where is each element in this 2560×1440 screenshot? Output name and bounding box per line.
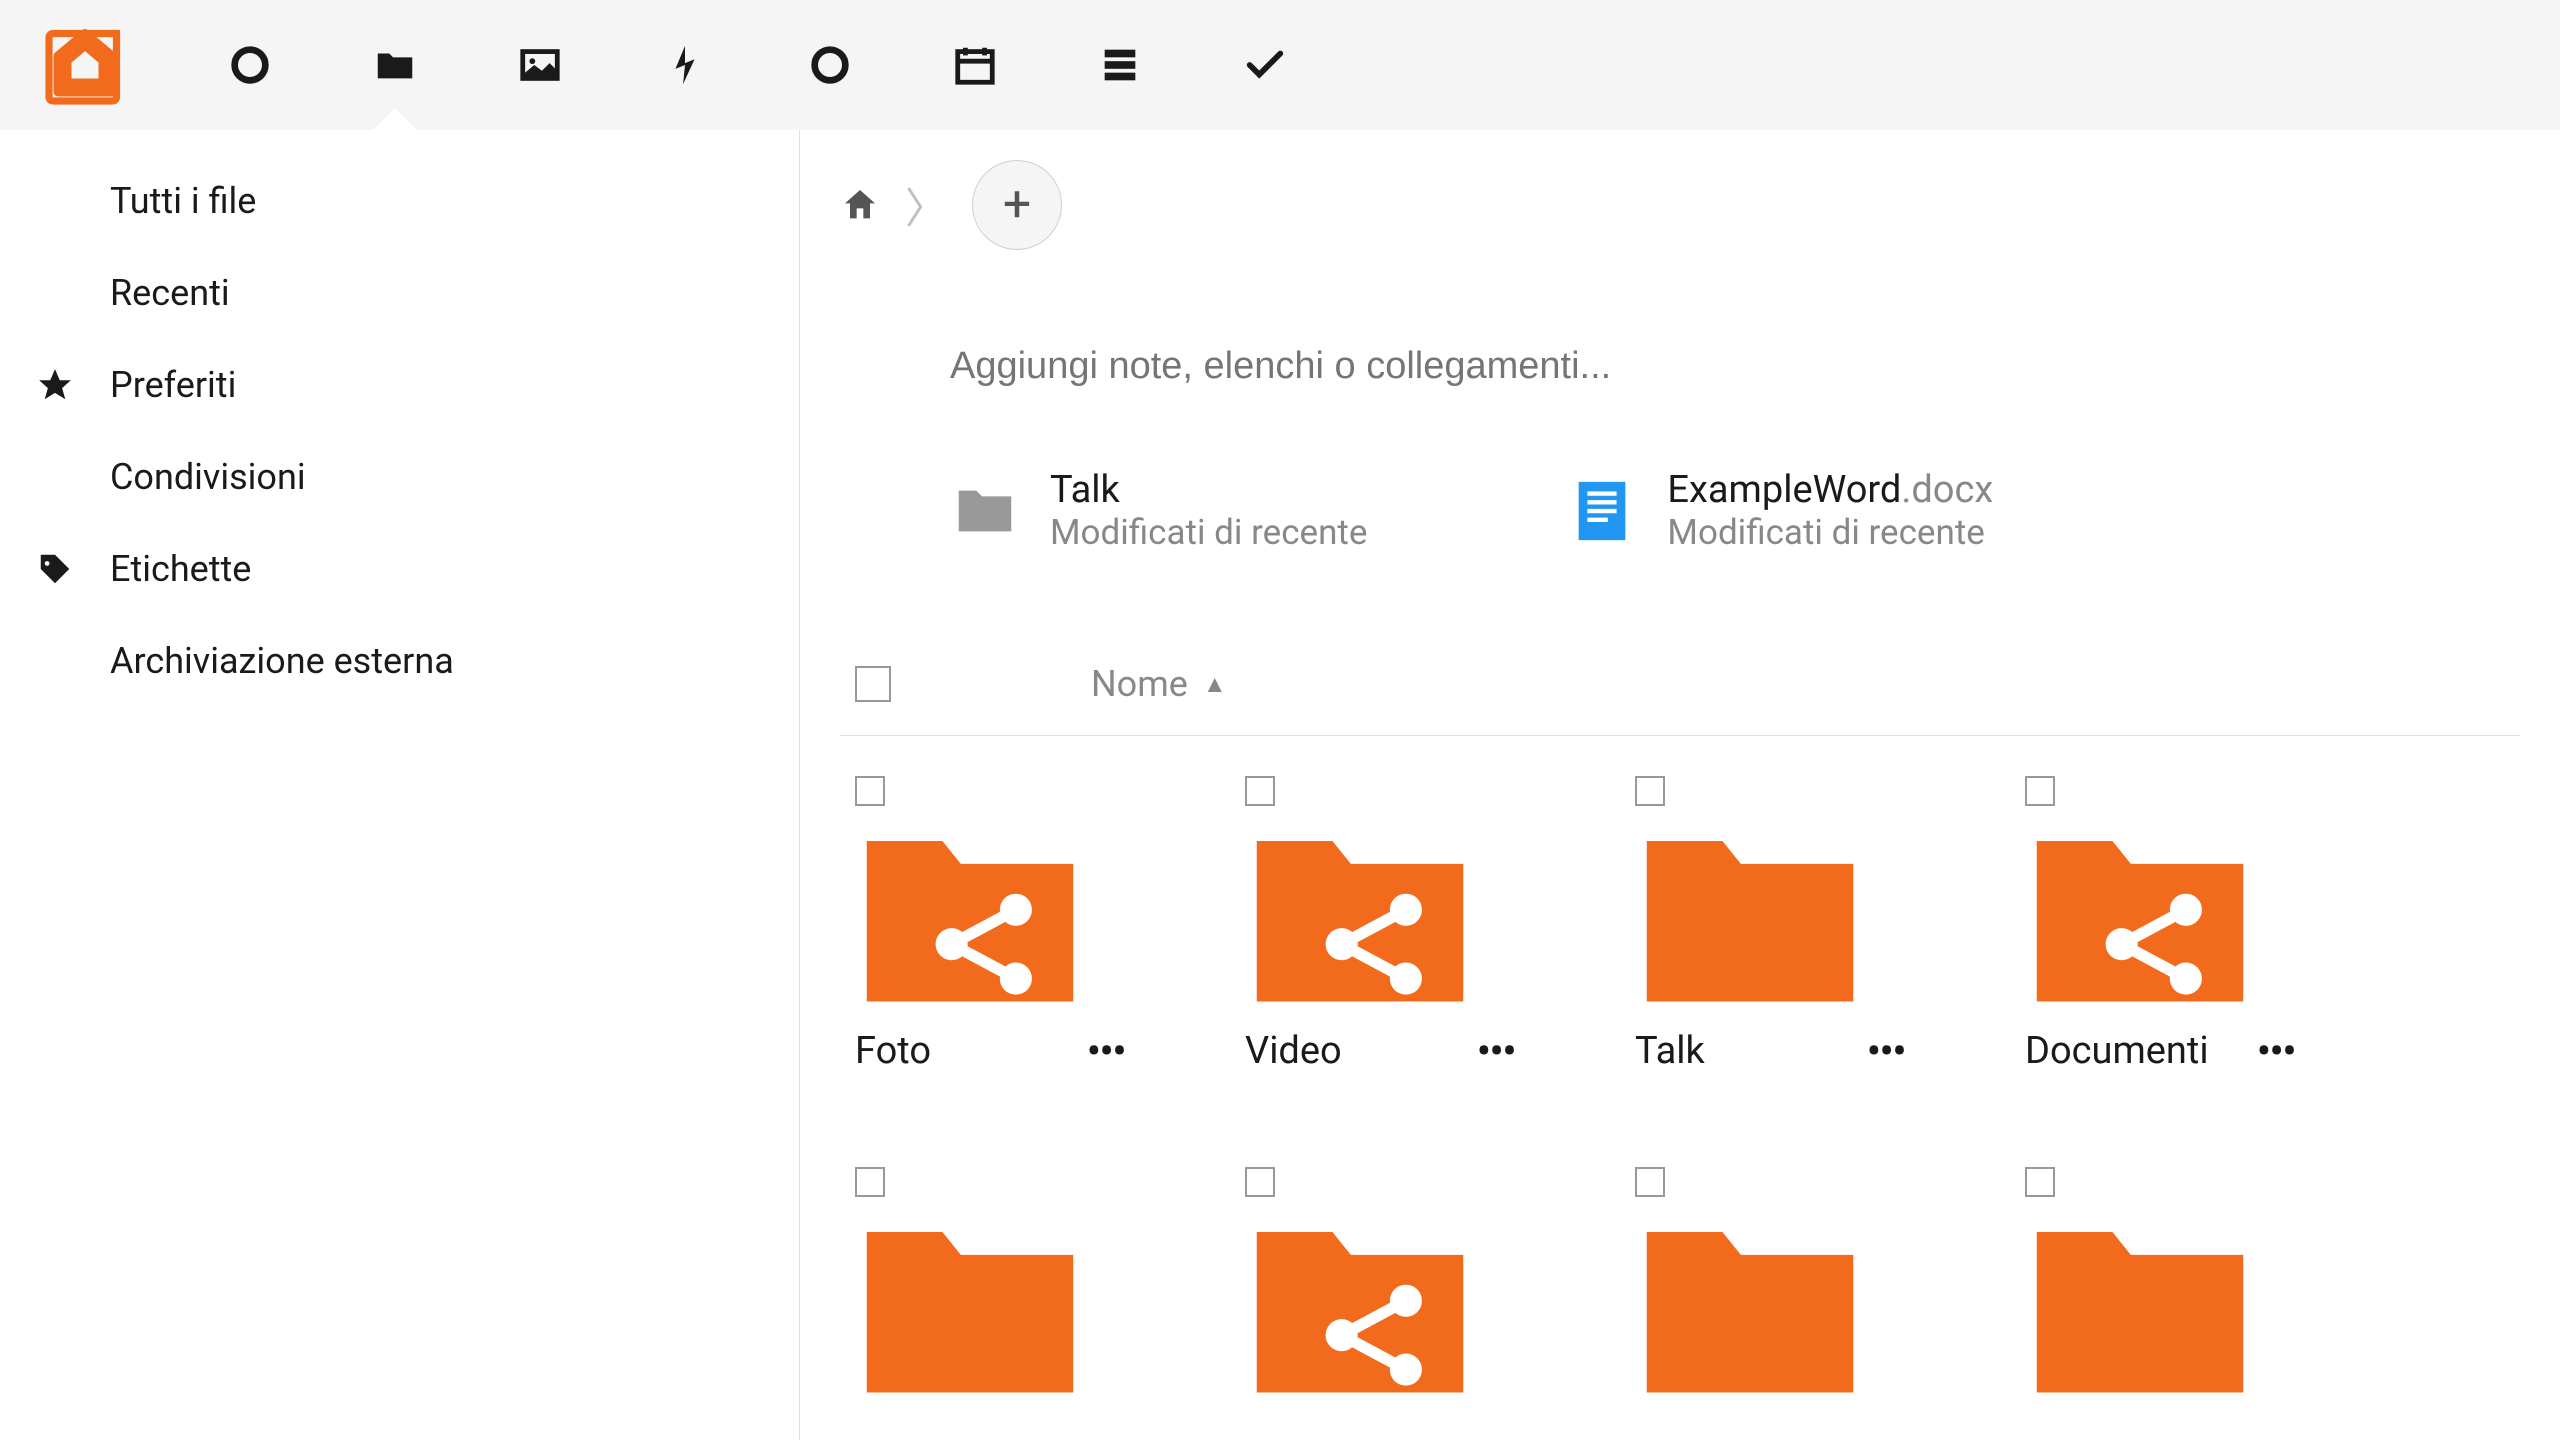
recent-subtitle: Modificati di recente (1050, 512, 1367, 553)
folder-icon (1635, 818, 1865, 1013)
sidebar-item-label: Recenti (110, 272, 230, 314)
sidebar-item-label: Etichette (110, 548, 251, 590)
folder-icon (1245, 818, 1475, 1013)
calendar-icon[interactable] (950, 40, 1000, 90)
folder-label: Video (1245, 1029, 1342, 1073)
activity-icon[interactable] (660, 40, 710, 90)
talk-icon[interactable] (805, 40, 855, 90)
folder-icon (1245, 1209, 1475, 1404)
gallery-icon[interactable] (515, 40, 565, 90)
recent-name: Talk (1050, 468, 1367, 512)
sidebar-item-favorites[interactable]: Preferiti (0, 339, 799, 431)
recent-name: ExampleWord.docx (1667, 468, 1993, 512)
content-area: 〉 + Talk Modificati di recente ExampleWo… (800, 130, 2560, 1440)
tasks-icon[interactable] (1240, 40, 1290, 90)
home-icon[interactable] (840, 185, 880, 225)
sidebar-item-external[interactable]: Archiviazione esterna (0, 615, 799, 707)
sidebar: Tutti i file Recenti Preferiti Condivisi… (0, 130, 800, 1440)
chevron-right-icon: 〉 (905, 175, 947, 236)
recent-item-folder[interactable]: Talk Modificati di recente (950, 468, 1367, 553)
sidebar-item-recent[interactable]: Recenti (0, 247, 799, 339)
item-checkbox[interactable] (2025, 1167, 2055, 1197)
folder-item[interactable] (855, 1167, 1155, 1404)
folder-item[interactable] (1245, 1167, 1545, 1404)
app-logo[interactable] (40, 20, 130, 110)
item-checkbox[interactable] (1245, 776, 1275, 806)
files-icon[interactable] (370, 40, 420, 90)
more-icon[interactable]: ••• (1866, 1025, 1905, 1077)
item-checkbox[interactable] (855, 1167, 885, 1197)
folder-item[interactable]: Documenti ••• (2025, 776, 2325, 1077)
folder-icon (855, 818, 1085, 1013)
recent-items: Talk Modificati di recente ExampleWord.d… (840, 468, 2520, 553)
folder-item[interactable] (2025, 1167, 2325, 1404)
column-name[interactable]: Nome ▲ (1091, 663, 1227, 705)
item-checkbox[interactable] (1245, 1167, 1275, 1197)
folder-item[interactable] (1635, 1167, 1935, 1404)
item-checkbox[interactable] (855, 776, 885, 806)
tag-icon (35, 549, 75, 589)
item-checkbox[interactable] (2025, 776, 2055, 806)
folder-icon (855, 1209, 1085, 1404)
deck-icon[interactable] (1095, 40, 1145, 90)
item-checkbox[interactable] (1635, 1167, 1665, 1197)
recent-subtitle: Modificati di recente (1667, 512, 1993, 553)
sidebar-item-label: Tutti i file (110, 180, 256, 222)
folder-icon (1635, 1209, 1865, 1404)
add-button[interactable]: + (972, 160, 1062, 250)
folder-icon (2025, 1209, 2255, 1404)
folder-grid: Foto ••• Video ••• Talk ••• Documenti ••• (840, 736, 2520, 1404)
sidebar-item-all-files[interactable]: Tutti i file (0, 155, 799, 247)
more-icon[interactable]: ••• (1086, 1025, 1125, 1077)
table-header: Nome ▲ (840, 663, 2520, 736)
dashboard-icon[interactable] (225, 40, 275, 90)
folder-icon (950, 476, 1020, 546)
folder-icon (2025, 818, 2255, 1013)
recent-item-doc[interactable]: ExampleWord.docx Modificati di recente (1567, 468, 1993, 553)
breadcrumb: 〉 + (840, 160, 2520, 250)
more-icon[interactable]: ••• (1476, 1025, 1515, 1077)
item-checkbox[interactable] (1635, 776, 1665, 806)
folder-item[interactable]: Foto ••• (855, 776, 1155, 1077)
folder-label: Talk (1635, 1029, 1705, 1073)
folder-label: Documenti (2025, 1029, 2209, 1073)
sidebar-item-shares[interactable]: Condivisioni (0, 431, 799, 523)
sort-asc-icon: ▲ (1203, 670, 1227, 699)
folder-item[interactable]: Talk ••• (1635, 776, 1935, 1077)
folder-label: Foto (855, 1029, 931, 1073)
sidebar-item-tags[interactable]: Etichette (0, 523, 799, 615)
sidebar-item-label: Preferiti (110, 364, 236, 406)
sidebar-item-label: Condivisioni (110, 456, 306, 498)
star-icon (35, 365, 75, 405)
sidebar-item-label: Archiviazione esterna (110, 640, 454, 682)
notes-input[interactable] (840, 345, 2520, 388)
more-icon[interactable]: ••• (2256, 1025, 2295, 1077)
select-all-checkbox[interactable] (855, 666, 891, 702)
folder-item[interactable]: Video ••• (1245, 776, 1545, 1077)
topbar (0, 0, 2560, 130)
document-icon (1567, 476, 1637, 546)
